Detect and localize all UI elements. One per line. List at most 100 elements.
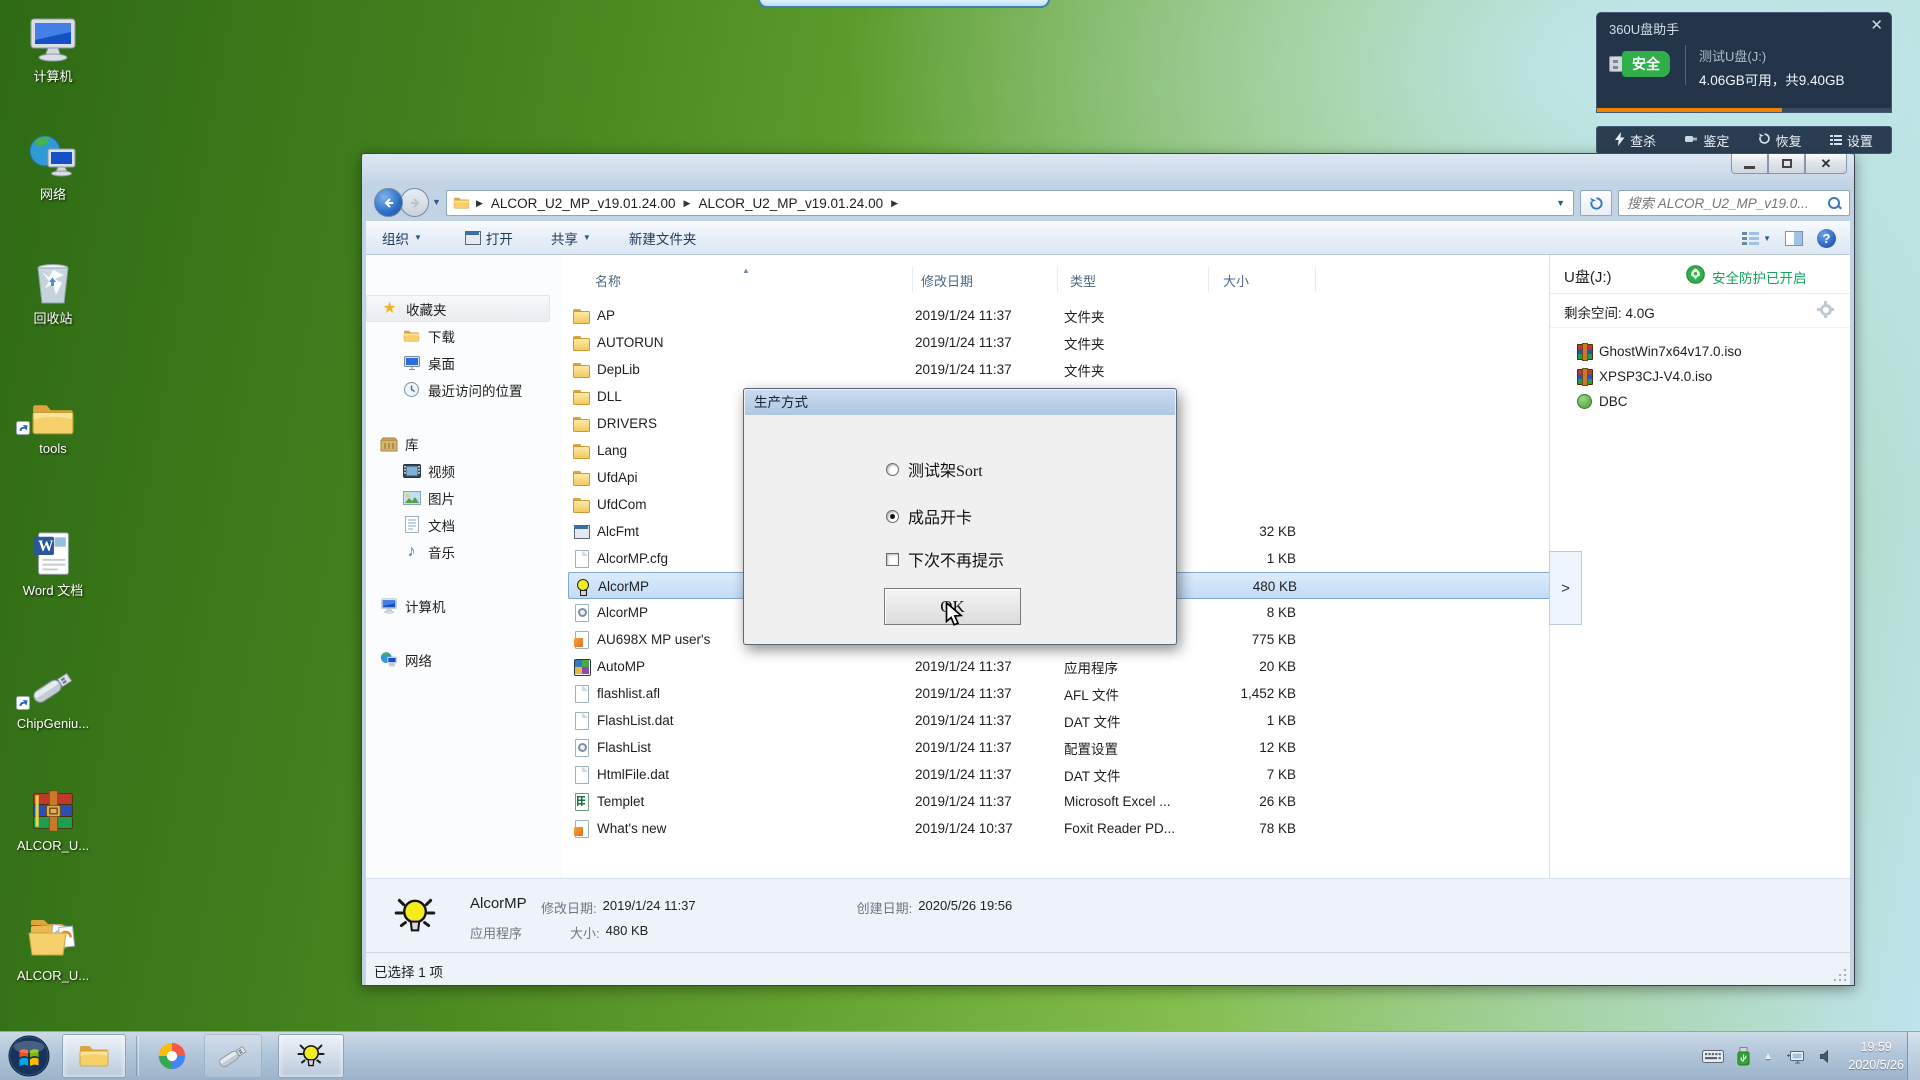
sidebar-item-label: 音乐 [428, 542, 455, 562]
taskbar-button-chipgenius-usb[interactable] [204, 1034, 262, 1078]
collapse-panel-button[interactable]: > [1549, 551, 1582, 625]
file-row[interactable]: DepLib2019/1/24 11:37文件夹 [568, 356, 1551, 383]
usb-file-item[interactable]: GhostWin7x64v17.0.iso [1550, 339, 1850, 364]
breadcrumb-separator-icon: ▶ [678, 198, 697, 209]
preview-pane-button[interactable] [1785, 231, 1803, 246]
desktop-icon[interactable]: 计算机 [0, 12, 106, 84]
sidebar-item-desktop[interactable]: 桌面 [366, 349, 562, 376]
file-name: FlashList [597, 740, 651, 755]
open-button[interactable]: 打开 [454, 224, 523, 252]
desktop-icon[interactable]: 网络 [0, 130, 106, 202]
desktop-icon[interactable]: ChipGeniu... [0, 659, 106, 731]
radio-option-1[interactable]: 测试架Sort [886, 457, 983, 481]
tray-volume-icon[interactable] [1819, 1049, 1834, 1064]
usb-helper-actions: 查杀 鉴定 恢复 设置 [1596, 126, 1892, 154]
file-row[interactable]: AutoMP2019/1/24 11:37应用程序20 KB [568, 653, 1551, 680]
file-row[interactable]: FlashList.dat2019/1/24 11:37DAT 文件1 KB [568, 707, 1551, 734]
file-row[interactable]: flashlist.afl2019/1/24 11:37AFL 文件1,452 … [568, 680, 1551, 707]
sidebar-item-computer[interactable]: 计算机 [366, 592, 562, 619]
address-dropdown-icon[interactable]: ▼ [1556, 198, 1565, 208]
share-button[interactable]: 共享▼ [541, 224, 601, 252]
usb-action-restore[interactable]: 恢复 [1758, 131, 1802, 150]
sidebar-item-music[interactable]: ♪音乐 [366, 538, 562, 565]
sidebar-item-label: 库 [405, 434, 419, 454]
sidebar-item-folder[interactable]: 下载 [366, 322, 562, 349]
tray-keyboard-icon[interactable] [1702, 1050, 1724, 1063]
new-folder-button[interactable]: 新建文件夹 [619, 224, 707, 252]
dont-remind-checkbox[interactable]: 下次不再提示 [886, 547, 1004, 571]
sidebar-item-network[interactable]: 网络 [366, 646, 562, 673]
close-button[interactable]: ✕ [1805, 154, 1847, 174]
desktop-icon[interactable]: 回收站 [0, 254, 106, 326]
sidebar-item-star[interactable]: ★收藏夹 [366, 295, 550, 322]
minimize-button[interactable] [1731, 154, 1768, 174]
window-titlebar[interactable]: ✕ [362, 154, 1854, 185]
file-row[interactable]: FlashList2019/1/24 11:37配置设置12 KB [568, 734, 1551, 761]
search-icon[interactable] [1827, 196, 1842, 211]
column-header-4[interactable]: 大小 [1209, 267, 1316, 292]
close-icon[interactable]: ✕ [1870, 16, 1883, 34]
dialog-titlebar[interactable]: 生产方式 [745, 390, 1175, 415]
back-button[interactable] [374, 188, 403, 217]
sidebar-item-video[interactable]: 视频 [366, 457, 562, 484]
taskbar-button-alcormp[interactable] [278, 1034, 344, 1078]
column-header-3[interactable]: 类型 [1058, 267, 1209, 292]
taskbar-clock[interactable]: 19:59 2020/5/26 [1848, 1038, 1904, 1074]
sidebar-item-document[interactable]: 文档 [366, 511, 562, 538]
file-row[interactable]: What's new2019/1/24 10:37Foxit Reader PD… [568, 815, 1551, 842]
desktop-icon[interactable]: tools [0, 384, 106, 456]
help-icon[interactable]: ? [1817, 229, 1836, 248]
file-row[interactable]: Templet2019/1/24 11:37Microsoft Excel ..… [568, 788, 1551, 815]
protection-status[interactable]: 安全防护已开启 [1712, 267, 1807, 287]
desktop-icon[interactable]: ALCOR_U... [0, 781, 106, 853]
file-row[interactable]: HtmlFile.dat2019/1/24 11:37DAT 文件7 KB [568, 761, 1551, 788]
breadcrumb-segment[interactable]: ALCOR_U2_MP_v19.01.24.00 [696, 196, 885, 211]
start-button[interactable] [8, 1035, 50, 1077]
usb-usage-bar [1597, 108, 1891, 112]
change-view-button[interactable]: ▼ [1742, 231, 1771, 246]
sidebar-item-library[interactable]: 库 [366, 430, 562, 457]
organize-button[interactable]: 组织▼ [372, 224, 432, 252]
tray-usb-device-icon[interactable] [1737, 1047, 1750, 1066]
column-header-2[interactable]: 修改日期 [913, 267, 1058, 292]
desktop-icon[interactable]: W Word 文档 [0, 526, 106, 598]
show-desktop-button[interactable] [1907, 1032, 1920, 1080]
taskbar-button-browser-360[interactable] [146, 1034, 198, 1078]
usb-action-usb-check[interactable]: 鉴定 [1684, 131, 1729, 150]
forward-button[interactable] [400, 188, 429, 217]
file-row[interactable]: AP2019/1/24 11:37文件夹 [568, 302, 1551, 329]
usb-file-item[interactable]: DBC [1550, 389, 1850, 414]
maximize-button[interactable] [1768, 154, 1805, 174]
file-size: 7 KB [1128, 761, 1296, 788]
tray-show-hidden-icon[interactable]: ▲ [1763, 1051, 1773, 1062]
history-dropdown-icon[interactable]: ▼ [432, 197, 441, 207]
desktop-icon-label: ALCOR_U... [0, 838, 106, 853]
docked-panel-tab[interactable] [758, 0, 1050, 8]
taskbar-button-explorer[interactable] [62, 1034, 126, 1078]
gear-icon[interactable] [1817, 301, 1834, 318]
usb-file-name: XPSP3CJ-V4.0.iso [1599, 369, 1712, 384]
sidebar-item-recent[interactable]: 最近访问的位置 [366, 376, 562, 403]
ok-button[interactable]: OK [884, 588, 1021, 625]
file-size [1128, 302, 1296, 329]
word-icon: W [0, 526, 106, 580]
desktop-icon[interactable]: ALCOR_U... [0, 911, 106, 983]
breadcrumb-segment[interactable]: ALCOR_U2_MP_v19.01.24.00 [489, 196, 678, 211]
size-value: 480 KB [606, 923, 649, 942]
column-header-1[interactable]: 名称▲ [568, 267, 913, 292]
resize-grip[interactable] [1833, 968, 1847, 982]
pdf-icon [573, 820, 590, 837]
file-row[interactable]: AUTORUN2019/1/24 11:37文件夹 [568, 329, 1551, 356]
radio-option-2[interactable]: 成品开卡 [886, 504, 972, 528]
refresh-button[interactable] [1580, 190, 1612, 216]
divider [1685, 45, 1686, 85]
usb-file-item[interactable]: XPSP3CJ-V4.0.iso [1550, 364, 1850, 389]
usb-action-lightning[interactable]: 查杀 [1615, 131, 1656, 150]
search-input[interactable] [1625, 193, 1815, 213]
sidebar-item-picture[interactable]: 图片 [366, 484, 562, 511]
tray-network-icon[interactable] [1786, 1049, 1806, 1065]
usb-action-settings-list[interactable]: 设置 [1830, 131, 1873, 150]
breadcrumb[interactable]: ▶ALCOR_U2_MP_v19.01.24.00▶ALCOR_U2_MP_v1… [446, 190, 1574, 216]
created-value: 2020/5/26 19:56 [918, 898, 1012, 917]
file-date: 2019/1/24 11:37 [915, 761, 1055, 788]
